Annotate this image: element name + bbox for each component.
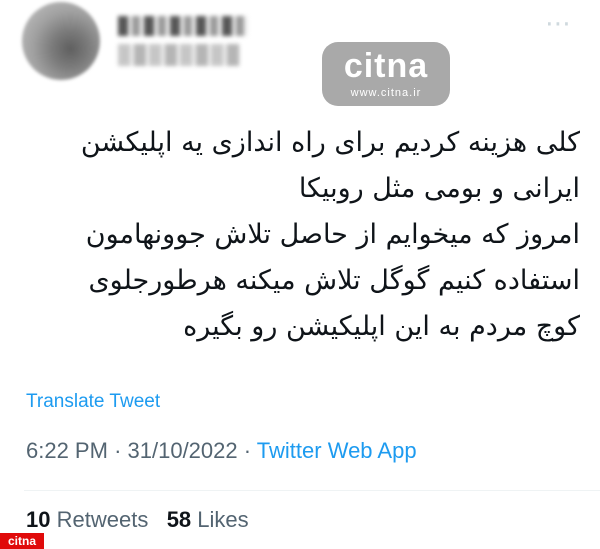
display-name-redacted[interactable] [118, 16, 248, 36]
watermark-logo: citna www.citna.ir [322, 42, 450, 106]
retweets-label: Retweets [56, 507, 149, 532]
divider [24, 490, 600, 491]
likes-count: 58 [166, 507, 192, 532]
tweet-text-line: امروز که میخوایم از حاصل تلاش جوونهامون [85, 219, 580, 250]
tweet-text-line: کوچ مردم به این اپلیکیشن رو بگیره [183, 311, 580, 342]
tweet-text-line: استفاده کنیم گوگل تلاش میکنه هرطورجلوی [88, 265, 580, 296]
username-redacted[interactable] [118, 44, 240, 66]
retweets-count: 10 [26, 507, 51, 532]
tweet-time[interactable]: 6:22 PM [26, 438, 108, 463]
tweet-card: ⋯ citna www.citna.ir کلی هزینه کردیم برا… [0, 0, 600, 549]
tweet-text-line: کلی هزینه کردیم برای راه اندازی یه اپلیک… [80, 127, 580, 158]
meta-separator: · [243, 438, 252, 463]
meta-separator: · [114, 438, 122, 463]
watermark-url: www.citna.ir [350, 87, 422, 99]
corner-brand-logo: citna [0, 533, 44, 549]
tweet-stats: 10 Retweets 58 Likes [26, 507, 249, 533]
tweet-text-line: ایرانی و بومی مثل روبیکا [298, 173, 580, 204]
tweet-source-link[interactable]: Twitter Web App [257, 438, 417, 463]
avatar[interactable] [22, 2, 100, 80]
tweet-metadata: 6:22 PM · 31/10/2022 · Twitter Web App [26, 438, 417, 464]
tweet-date[interactable]: 31/10/2022 [128, 438, 238, 463]
retweets-stat[interactable]: 10 Retweets [26, 507, 154, 532]
likes-stat[interactable]: 58 Likes [167, 507, 249, 532]
tweet-text: کلی هزینه کردیم برای راه اندازی یه اپلیک… [20, 120, 580, 350]
watermark-logo-text: citna [343, 47, 429, 85]
more-horizontal-icon[interactable]: ⋯ [543, 9, 573, 39]
likes-label: Likes [197, 507, 249, 532]
translate-tweet-link[interactable]: Translate Tweet [26, 391, 160, 413]
